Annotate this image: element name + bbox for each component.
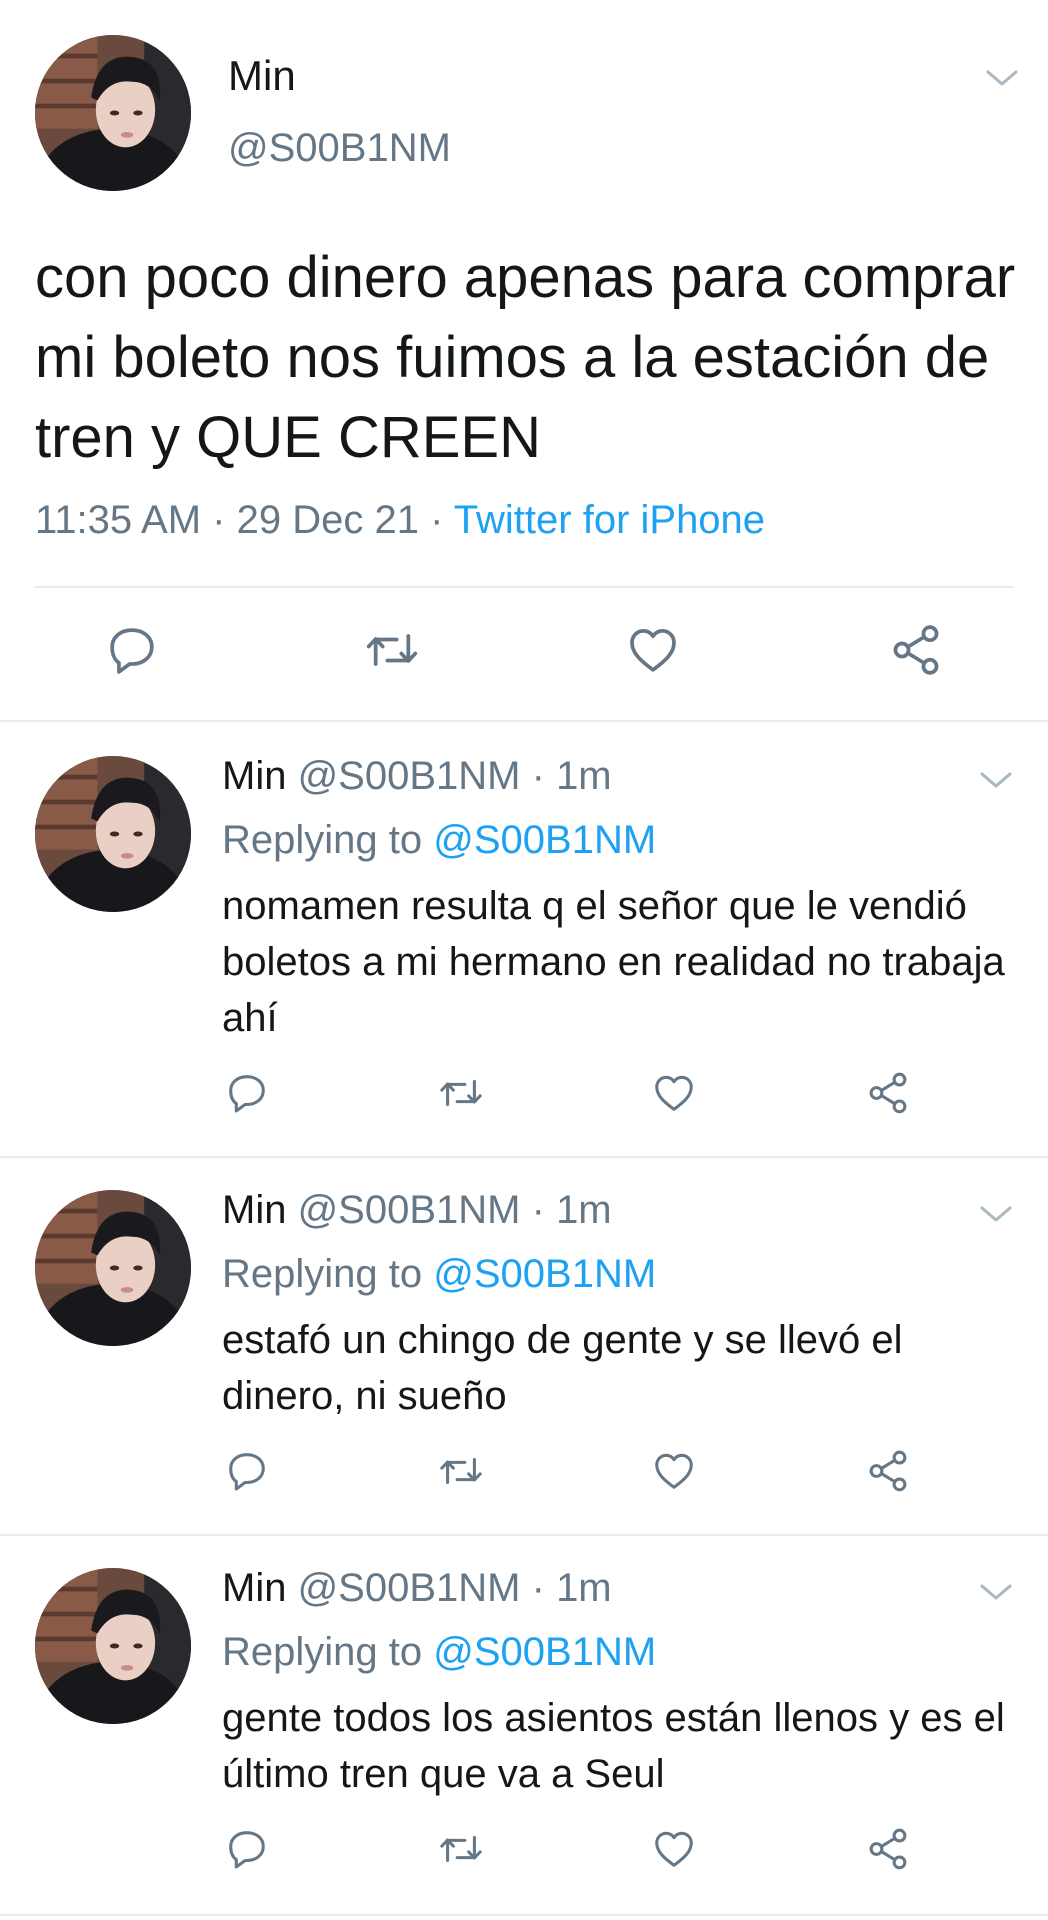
tweet-text: nomamen resulta q el señor que le vendió… <box>222 884 1005 1040</box>
replying-to: Replying to @S00B1NM <box>222 818 656 863</box>
like-icon[interactable] <box>651 1070 697 1116</box>
tweet-text: con poco dinero apenas para comprar mi b… <box>35 245 1016 470</box>
reply-header: Min @S00B1NM · 1m <box>222 1566 612 1611</box>
tweet-text: estafó un chingo de gente y se llevó el … <box>222 1318 903 1418</box>
tweet-time: 1m <box>556 1188 612 1232</box>
retweet-icon[interactable] <box>364 622 420 678</box>
tweet-time: 1m <box>556 754 612 798</box>
replying-handle[interactable]: @S00B1NM <box>433 1630 656 1674</box>
header-separator: · <box>531 754 557 798</box>
replying-label: Replying to <box>222 818 423 862</box>
author-handle[interactable]: @S00B1NM <box>228 126 451 171</box>
avatar[interactable] <box>35 1190 191 1346</box>
author-name[interactable]: Min <box>222 754 286 798</box>
share-icon[interactable] <box>888 622 944 678</box>
reply-header: Min @S00B1NM · 1m <box>222 754 612 799</box>
share-icon[interactable] <box>865 1448 911 1494</box>
reply-tweet[interactable]: Min @S00B1NM · 1m Replying to @S00B1NM e… <box>0 1158 1048 1536</box>
author-handle[interactable]: @S00B1NM <box>298 754 521 798</box>
retweet-icon[interactable] <box>438 1826 484 1872</box>
tweet-source[interactable]: Twitter for iPhone <box>454 498 765 542</box>
like-icon[interactable] <box>625 622 681 678</box>
replying-to: Replying to @S00B1NM <box>222 1252 656 1297</box>
meta-separator: · <box>430 498 454 542</box>
share-icon[interactable] <box>865 1826 911 1872</box>
retweet-icon[interactable] <box>438 1070 484 1116</box>
tweet-date: 29 Dec 21 <box>236 498 419 542</box>
chevron-down-icon[interactable] <box>978 768 1014 792</box>
chevron-down-icon[interactable] <box>984 66 1020 90</box>
avatar[interactable] <box>35 1568 191 1724</box>
reply-header: Min @S00B1NM · 1m <box>222 1188 612 1233</box>
avatar-image <box>35 1190 191 1346</box>
retweet-icon[interactable] <box>438 1448 484 1494</box>
tweet-time: 11:35 AM <box>35 498 202 542</box>
reply-icon[interactable] <box>224 1826 270 1872</box>
header-separator: · <box>531 1188 557 1232</box>
author-name[interactable]: Min <box>228 52 296 100</box>
replying-label: Replying to <box>222 1252 423 1296</box>
replying-handle[interactable]: @S00B1NM <box>433 818 656 862</box>
tweet-meta: 11:35 AM · 29 Dec 21 · Twitter for iPhon… <box>35 498 765 543</box>
main-tweet: Min @S00B1NM con poco dinero apenas para… <box>0 0 1048 722</box>
replying-to: Replying to @S00B1NM <box>222 1630 656 1675</box>
reply-tweet[interactable]: Min @S00B1NM · 1m Replying to @S00B1NM n… <box>0 724 1048 1158</box>
tweet-time: 1m <box>556 1566 612 1610</box>
reply-icon[interactable] <box>104 622 160 678</box>
replying-label: Replying to <box>222 1630 423 1674</box>
avatar[interactable] <box>35 35 191 191</box>
author-name[interactable]: Min <box>222 1566 286 1610</box>
reply-icon[interactable] <box>224 1448 270 1494</box>
reply-icon[interactable] <box>224 1070 270 1116</box>
avatar-image <box>35 1568 191 1724</box>
like-icon[interactable] <box>651 1826 697 1872</box>
like-icon[interactable] <box>651 1448 697 1494</box>
avatar-image <box>35 756 191 912</box>
chevron-down-icon[interactable] <box>978 1580 1014 1604</box>
tweet-text: gente todos los asientos están llenos y … <box>222 1696 1005 1796</box>
avatar[interactable] <box>35 756 191 912</box>
share-icon[interactable] <box>865 1070 911 1116</box>
chevron-down-icon[interactable] <box>978 1202 1014 1226</box>
author-handle[interactable]: @S00B1NM <box>298 1566 521 1610</box>
meta-separator: · <box>212 498 237 542</box>
divider <box>35 586 1013 588</box>
replying-handle[interactable]: @S00B1NM <box>433 1252 656 1296</box>
avatar-image <box>35 35 191 191</box>
author-handle[interactable]: @S00B1NM <box>298 1188 521 1232</box>
reply-tweet[interactable]: Min @S00B1NM · 1m Replying to @S00B1NM g… <box>0 1536 1048 1916</box>
header-separator: · <box>531 1566 557 1610</box>
author-name[interactable]: Min <box>222 1188 286 1232</box>
